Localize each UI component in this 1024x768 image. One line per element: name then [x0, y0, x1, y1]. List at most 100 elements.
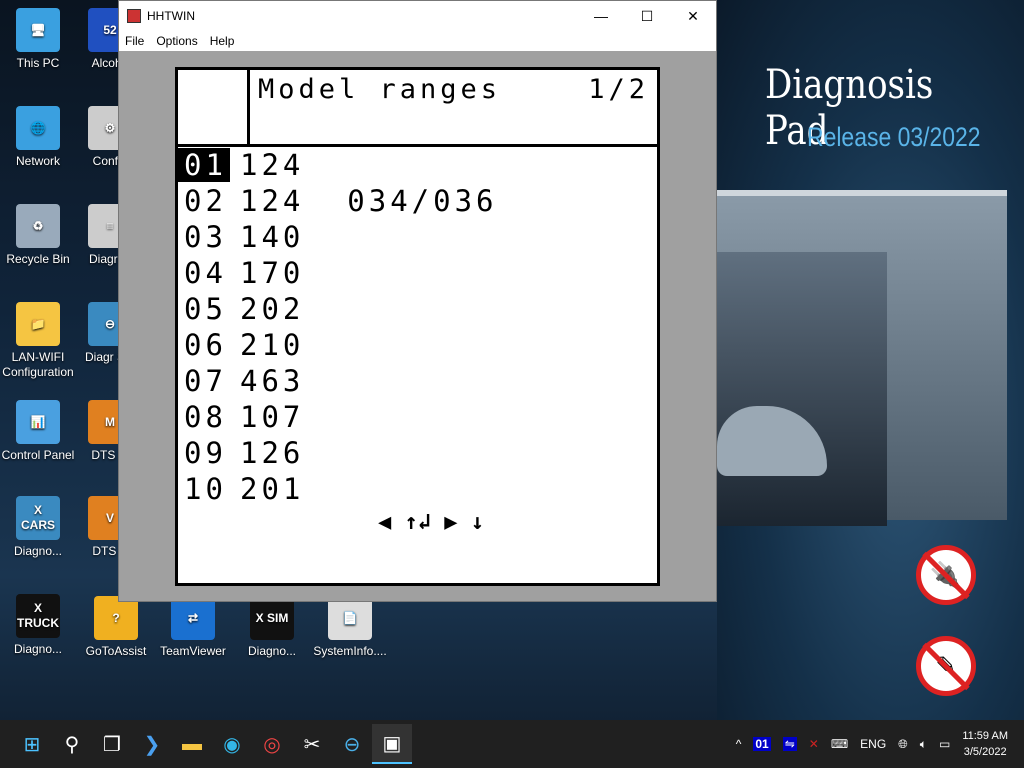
desktop-icon[interactable]: ⇄ TeamViewer	[155, 596, 231, 659]
row-number: 02	[184, 184, 227, 218]
desktop-icon-label: LAN-WIFI Configuration	[2, 350, 74, 379]
row-number: 06	[184, 328, 227, 362]
model-range-row[interactable]: 01 124	[178, 147, 657, 183]
desktop-icon[interactable]: ? GoToAssist	[78, 596, 154, 659]
desktop-icon-label: Diagno...	[13, 642, 63, 656]
desktop-icon[interactable]: ♻ Recycle Bin	[0, 204, 76, 267]
disconnected-icon[interactable]: ✕	[809, 737, 819, 751]
row-number: 08	[184, 400, 227, 434]
app-icon	[127, 9, 141, 23]
desktop-icon[interactable]: 📁 LAN-WIFI Configuration	[0, 302, 76, 380]
row-number: 09	[184, 436, 227, 470]
diagnosis-app-icon[interactable]: ⊖	[332, 724, 372, 764]
row-value: 140	[240, 220, 305, 254]
keyboard-icon[interactable]: ⌨	[831, 737, 848, 751]
row-number: 10	[184, 472, 227, 506]
desktop-icon-label: Network	[15, 154, 60, 168]
desktop-icon-label: Diagno...	[247, 644, 297, 658]
desktop-icon[interactable]: 📊 Control Panel	[0, 400, 76, 463]
desktop-icon-label: GoToAssist	[85, 644, 147, 658]
snipping-tool-icon[interactable]: ✂	[292, 724, 332, 764]
menu-options[interactable]: Options	[150, 34, 203, 48]
row-value: 463	[240, 364, 305, 398]
garage-image	[717, 190, 1007, 526]
maximize-button[interactable]: ☐	[624, 8, 670, 25]
desktop-icon[interactable]: X TRUCK Diagno...	[0, 594, 76, 657]
navigation-arrows-icon[interactable]: ◀ ↑↲ ▶ ↓	[378, 510, 484, 535]
menu-file[interactable]: File	[119, 34, 150, 48]
desktop-icon-image: 🌐	[16, 106, 60, 150]
desktop-icon-image: 📄	[328, 596, 372, 640]
wallpaper-release: Release 03/2022	[807, 122, 981, 152]
desktop-icon[interactable]: X SIM Diagno...	[234, 596, 310, 659]
model-range-row[interactable]: 10 201	[178, 471, 657, 507]
hhtwin-taskbar-icon[interactable]: ▣	[372, 724, 412, 764]
taskbar: ⊞ ⚲ ❐ ❯ ▬ ◉ ◎ ✂ ⊖ ▣ ^ 01 ⇋ ✕ ⌨ ENG 🌐︎ 🔈︎…	[0, 720, 1024, 768]
search-icon[interactable]: ⚲	[52, 724, 92, 764]
model-range-row[interactable]: 08 107	[178, 399, 657, 435]
show-hidden-icons[interactable]: ^	[736, 737, 742, 751]
hht-screen: Model ranges 1/2 01 124 02 124 034/036 03 140…	[175, 67, 660, 586]
title-bar: HHTWIN — ☐ ✕	[119, 1, 716, 31]
desktop-icon[interactable]: 🖥 This PC	[0, 8, 76, 71]
desktop-icon-label: Diagno...	[13, 544, 63, 558]
time: 11:59 AM	[962, 730, 1008, 742]
row-value: 201	[240, 472, 305, 506]
battery-icon[interactable]: ▭	[939, 737, 950, 751]
row-number: 05	[184, 292, 227, 326]
model-range-row[interactable]: 03 140	[178, 219, 657, 255]
model-range-row[interactable]: 04 170	[178, 255, 657, 291]
row-number: 04	[184, 256, 227, 290]
desktop-icon[interactable]: 🌐 Network	[0, 106, 76, 169]
window-title: HHTWIN	[147, 9, 195, 23]
desktop-icon-image: X CARS	[16, 496, 60, 540]
no-plug-sign-icon: 🔌	[916, 545, 976, 605]
desktop-icon-image: 📁	[16, 302, 60, 346]
row-value: 202	[240, 292, 305, 326]
language-indicator[interactable]: ENG	[860, 737, 886, 751]
network-adapter-icon[interactable]: ⇋	[782, 737, 797, 751]
no-tools-sign-icon: ✎	[916, 636, 976, 696]
hhtwin-window: HHTWIN — ☐ ✕ File Options Help Model ran…	[118, 0, 717, 602]
desktop-icon-label: TeamViewer	[160, 644, 226, 658]
model-range-row[interactable]: 09 126	[178, 435, 657, 471]
row-number: 07	[184, 364, 227, 398]
minimize-button[interactable]: —	[578, 8, 624, 25]
edge-icon[interactable]: ◉	[212, 724, 252, 764]
close-button[interactable]: ✕	[670, 8, 716, 25]
model-range-row[interactable]: 06 210	[178, 327, 657, 363]
task-view-icon[interactable]: ❐	[92, 724, 132, 764]
desktop-icon-image: ?	[94, 596, 138, 640]
desktop-icon-label: SystemInfo....	[313, 644, 387, 658]
tray-badge[interactable]: 01	[753, 737, 771, 751]
menu-help[interactable]: Help	[204, 34, 241, 48]
page-indicator: 1/2	[588, 74, 649, 105]
desktop-icon-label: This PC	[16, 56, 60, 70]
volume-icon[interactable]: 🔈︎	[920, 737, 927, 752]
model-range-row[interactable]: 02 124 034/036	[178, 183, 657, 219]
row-number: 01	[178, 148, 230, 182]
row-value: 170	[240, 256, 305, 290]
desktop-icon-image: 📊	[16, 400, 60, 444]
start-button[interactable]: ⊞	[12, 724, 52, 764]
screen-title: Model ranges	[258, 74, 502, 105]
row-value: 126	[240, 436, 305, 470]
chrome-icon[interactable]: ◎	[252, 724, 292, 764]
desktop-icon-image: X TRUCK	[16, 594, 60, 638]
row-value: 210	[240, 328, 305, 362]
desktop-icon-label: Recycle Bin	[6, 252, 70, 266]
clock[interactable]: 11:59 AM 3/5/2022	[962, 728, 1008, 760]
globe-icon[interactable]: 🌐︎	[898, 737, 908, 752]
desktop-icon[interactable]: 📄 SystemInfo....	[312, 596, 388, 659]
row-value: 124	[240, 148, 305, 182]
desktop-icon[interactable]: X CARS Diagno...	[0, 496, 76, 559]
model-range-row[interactable]: 05 202	[178, 291, 657, 327]
desktop-icon-image: X SIM	[250, 596, 294, 640]
model-range-row[interactable]: 07 463	[178, 363, 657, 399]
row-number: 03	[184, 220, 227, 254]
date: 3/5/2022	[963, 746, 1007, 758]
file-explorer-icon[interactable]: ▬	[172, 724, 212, 764]
powershell-icon[interactable]: ❯	[132, 724, 172, 764]
desktop-icon-image: ⇄	[171, 596, 215, 640]
menu-bar: File Options Help	[119, 31, 716, 51]
